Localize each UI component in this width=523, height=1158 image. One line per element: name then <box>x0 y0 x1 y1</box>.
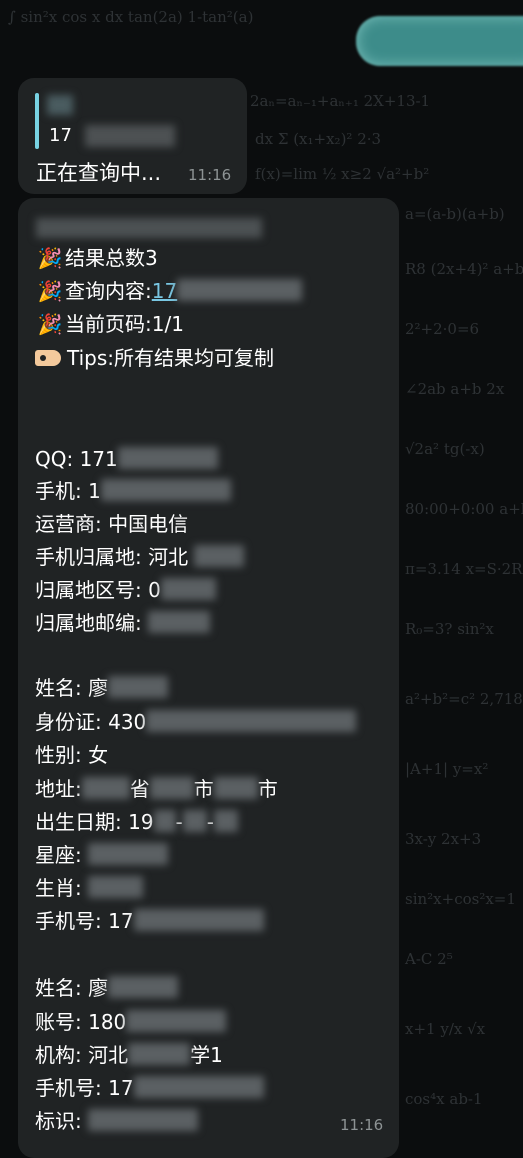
result-message-bubble[interactable]: 🎉 结果总数3 🎉 查询内容:17 🎉 当前页码:1/1 Tips:所有结果均可复制 … <box>18 198 399 1158</box>
redacted <box>149 777 194 799</box>
wallpaper-doodle: ∫ sin²x cos x dx tan(2a) 1-tan²(a) <box>8 8 254 26</box>
wallpaper-doodle: a=(a-b)(a+b) <box>405 205 505 223</box>
summary-query: 🎉 查询内容:17 <box>35 278 303 304</box>
redacted <box>146 710 357 732</box>
party-popper-icon: 🎉 <box>37 312 63 336</box>
wallpaper-doodle: sin²x+cos²x=1 <box>405 890 516 908</box>
redacted <box>88 843 169 865</box>
redacted <box>133 1076 264 1098</box>
party-popper-icon: 🎉 <box>37 279 63 303</box>
redacted <box>194 545 245 567</box>
person1-address: 地址: 省市市 <box>35 777 278 801</box>
record-qq: QQ: 171 <box>35 446 218 472</box>
redacted <box>117 447 218 469</box>
reply-accent-bar <box>35 93 39 149</box>
redacted <box>88 876 144 898</box>
redacted <box>128 1043 191 1065</box>
wallpaper-doodle: R8 (2x+4)² a+b <box>405 260 523 278</box>
message-time: 11:16 <box>340 1116 384 1134</box>
wallpaper-doodle: π=3.14 x=S·2R <box>405 560 523 578</box>
record-carrier: 运营商: 中国电信 <box>35 512 189 536</box>
person1-gender: 性别: 女 <box>35 743 109 767</box>
redacted <box>213 777 258 799</box>
quoted-reply[interactable]: 17 <box>35 93 215 149</box>
party-popper-icon: 🎉 <box>37 246 63 270</box>
wallpaper-doodle: √2a² tg(-x) <box>405 440 485 458</box>
wallpaper-doodle: 80:00+0:00 a+b=b-a <box>405 500 523 518</box>
record-postal-code: 归属地邮编: <box>35 610 211 636</box>
redacted <box>160 578 216 600</box>
record-phone: 手机: 1 <box>35 478 231 504</box>
record-area-code: 归属地区号: 0 <box>35 577 216 603</box>
quoted-number: 17 <box>49 125 72 146</box>
person1-phone: 手机号: 17 <box>35 908 264 934</box>
redacted <box>81 777 130 799</box>
wallpaper-doodle: x+1 y/x √x <box>405 1020 486 1038</box>
query-value-link[interactable]: 17 <box>152 279 177 303</box>
status-message-bubble[interactable]: 17 正在查询中... 11:16 <box>18 78 247 194</box>
redacted <box>100 479 231 501</box>
summary-tips: Tips:所有结果均可复制 <box>35 345 274 371</box>
wallpaper-doodle: cos⁴x ab-1 <box>405 1090 483 1108</box>
redacted <box>126 1010 227 1032</box>
person1-id-card: 身份证: 430 <box>35 709 357 735</box>
wallpaper-doodle: 2aₙ=aₙ₋₁+aₙ₊₁ 2X+13-1 <box>250 92 431 110</box>
person2-phone: 手机号: 17 <box>35 1075 264 1101</box>
person1-chinese-zodiac: 生肖: <box>35 875 144 901</box>
wallpaper-doodle: a²+b²=c² 2,718 <box>405 690 523 708</box>
wallpaper-doodle: dx Σ (x₁+x₂)² 2·3 <box>255 130 382 148</box>
person2-account: 账号: 180 <box>35 1009 227 1035</box>
wallpaper-doodle: f(x)=lim ½ x≥2 √a²+b² <box>255 165 430 183</box>
summary-total: 🎉 结果总数3 <box>35 245 158 271</box>
wallpaper-doodle: R₀=3? sin²x <box>405 620 494 638</box>
outgoing-message-bubble[interactable] <box>356 16 523 66</box>
header-redacted <box>36 218 262 238</box>
redacted <box>133 909 264 931</box>
wallpaper-doodle: 2²+2·0=6 <box>405 320 480 338</box>
wallpaper-doodle: ∠2ab a+b 2x <box>405 380 505 398</box>
tag-icon <box>35 350 61 366</box>
quoted-sender-redacted <box>47 95 73 115</box>
person1-zodiac: 星座: <box>35 842 169 868</box>
query-value-redacted <box>177 279 303 301</box>
message-time: 11:16 <box>188 166 232 184</box>
redacted <box>108 676 169 698</box>
wallpaper-doodle: 3x-y 2x+3 <box>405 830 482 848</box>
redacted <box>182 810 207 832</box>
redacted <box>213 810 238 832</box>
quoted-number-redacted <box>85 125 175 147</box>
summary-page: 🎉 当前页码:1/1 <box>35 311 184 337</box>
redacted <box>148 611 211 633</box>
person2-identifier: 标识: <box>35 1108 199 1134</box>
person2-institution: 机构: 河北 学1 <box>35 1043 223 1067</box>
person1-birth-date: 出生日期: 19- - <box>35 809 238 835</box>
redacted <box>108 976 179 998</box>
person2-name: 姓名: 廖 <box>35 975 179 1001</box>
record-location: 手机归属地: 河北 <box>35 544 245 570</box>
wallpaper-doodle: |A+1| y=x² <box>405 760 489 778</box>
redacted <box>88 1109 199 1131</box>
wallpaper-doodle: A-C 2⁵ <box>405 950 453 968</box>
redacted <box>153 810 176 832</box>
query-status-text: 正在查询中... <box>36 161 162 185</box>
person1-name: 姓名: 廖 <box>35 675 169 701</box>
